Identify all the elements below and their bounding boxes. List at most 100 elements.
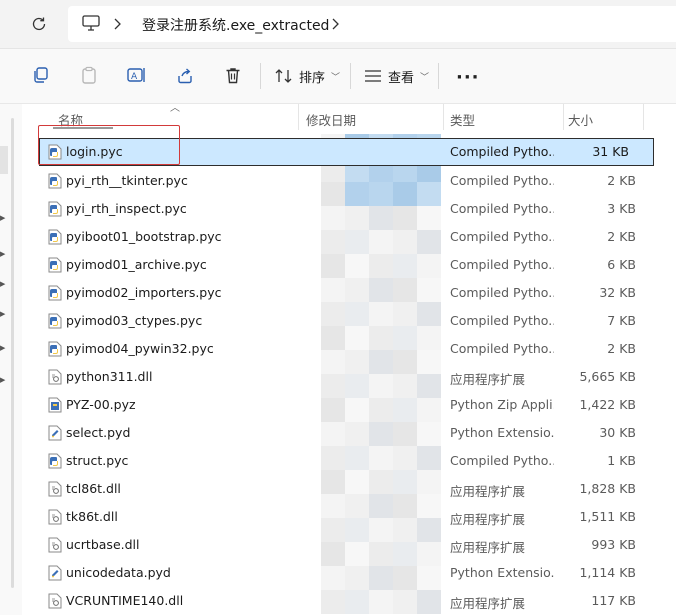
dll-file-icon — [48, 481, 62, 497]
column-divider[interactable] — [643, 104, 644, 130]
rename-button[interactable]: A — [126, 64, 148, 86]
file-row[interactable]: pyi_rth__tkinter.pyc Compiled Pytho... 2 K… — [23, 167, 676, 195]
file-name[interactable]: python311.dll — [66, 369, 152, 384]
file-row[interactable]: tcl86t.dll 应用程序扩展 1,828 KB — [23, 475, 676, 503]
file-name[interactable]: pyi_rth_inspect.pyc — [66, 201, 187, 216]
more-options-button[interactable]: ··· — [456, 67, 480, 88]
toolbar-divider — [438, 63, 439, 89]
file-name[interactable]: pyimod04_pywin32.pyc — [66, 341, 214, 356]
pyz-file-icon — [48, 397, 62, 413]
file-name[interactable]: ucrtbase.dll — [66, 537, 140, 552]
nav-selected-item[interactable] — [0, 146, 8, 174]
dll-file-icon — [48, 537, 62, 553]
column-header-size[interactable]: 大小 — [568, 110, 593, 129]
column-header-type[interactable]: 类型 — [450, 110, 475, 129]
file-type: 应用程序扩展 — [450, 540, 526, 555]
column-divider[interactable] — [443, 104, 444, 130]
file-name[interactable]: unicodedata.pyd — [66, 565, 171, 580]
python-file-icon — [48, 229, 62, 245]
column-header-date[interactable]: 修改日期 — [306, 110, 356, 129]
copy-button[interactable] — [30, 64, 52, 86]
command-bar: A 排序 ﹀ 查看 ﹀ ··· — [0, 49, 676, 104]
file-size: 1,422 KB — [579, 397, 636, 412]
file-name[interactable]: pyiboot01_bootstrap.pyc — [66, 229, 222, 244]
file-type: Python Extensio... — [450, 565, 554, 580]
column-divider[interactable] — [563, 104, 564, 130]
share-icon — [178, 68, 192, 84]
file-name[interactable]: pyimod02_importers.pyc — [66, 285, 222, 300]
file-size: 2 KB — [607, 229, 636, 244]
file-row[interactable]: select.pyd Python Extensio... 30 KB — [23, 419, 676, 447]
python-file-icon — [48, 313, 62, 329]
file-size: 5,665 KB — [579, 369, 636, 384]
delete-button[interactable] — [222, 64, 244, 86]
expand-arrow-icon[interactable]: ▶ — [0, 344, 5, 352]
file-row[interactable]: pyi_rth_inspect.pyc Compiled Pytho... 3 KB — [23, 195, 676, 223]
file-type: Compiled Pytho... — [450, 257, 554, 272]
expand-arrow-icon[interactable]: ▶ — [0, 310, 5, 318]
file-size: 993 KB — [591, 537, 636, 552]
paste-button[interactable] — [78, 64, 100, 86]
copy-icon — [34, 67, 48, 83]
address-path[interactable]: 登录注册系统.exe_extracted — [142, 15, 329, 35]
file-name[interactable]: struct.pyc — [66, 453, 128, 468]
file-name[interactable]: pyimod03_ctypes.pyc — [66, 313, 202, 328]
file-row[interactable]: pyimod01_archive.pyc Compiled Pytho... 6 K… — [23, 251, 676, 279]
expand-arrow-icon[interactable]: ▶ — [0, 250, 5, 258]
file-type: Compiled Pytho... — [450, 173, 554, 188]
toolbar-divider — [260, 63, 261, 89]
file-size: 1,511 KB — [579, 509, 636, 524]
column-divider[interactable] — [298, 104, 299, 130]
file-row[interactable]: VCRUNTIME140.dll 应用程序扩展 117 KB — [23, 587, 676, 615]
file-list: ︿ 名称 修改日期 类型 大小 login.pyc Compiled Pytho.… — [23, 103, 676, 615]
expand-arrow-icon[interactable]: ▶ — [0, 280, 5, 288]
file-name[interactable]: tk86t.dll — [66, 509, 118, 524]
nav-scrollbar[interactable] — [11, 118, 14, 588]
file-size: 30 KB — [599, 425, 636, 440]
dll-file-icon — [48, 593, 62, 609]
dll-file-icon — [48, 509, 62, 525]
file-name[interactable]: select.pyd — [66, 425, 130, 440]
view-menu[interactable]: 查看 ﹀ — [364, 65, 429, 87]
file-name[interactable]: pyimod01_archive.pyc — [66, 257, 207, 272]
file-type: 应用程序扩展 — [450, 484, 526, 499]
file-type: Compiled Pytho... — [450, 313, 554, 328]
file-row[interactable]: pyimod03_ctypes.pyc Compiled Pytho... 7 KB — [23, 307, 676, 335]
chevron-right-icon[interactable] — [112, 18, 122, 30]
python-file-icon — [48, 201, 62, 217]
chevron-right-icon[interactable] — [330, 18, 340, 30]
dll-file-icon — [48, 369, 62, 385]
sort-ascending-icon: ︿ — [170, 103, 180, 114]
file-size: 32 KB — [599, 285, 636, 300]
python-file-icon — [48, 453, 62, 469]
file-type: Compiled Pytho... — [450, 229, 554, 244]
address-box[interactable]: 登录注册系统.exe_extracted — [68, 6, 676, 42]
toolbar-divider — [350, 63, 351, 89]
refresh-icon[interactable] — [30, 15, 48, 33]
file-row[interactable]: tk86t.dll 应用程序扩展 1,511 KB — [23, 503, 676, 531]
share-button[interactable] — [174, 64, 196, 86]
file-row[interactable]: PYZ-00.pyz Python Zip Appli... 1,422 KB — [23, 391, 676, 419]
file-row[interactable]: pyimod02_importers.pyc Compiled Pytho... 3… — [23, 279, 676, 307]
file-row[interactable]: pyimod04_pywin32.pyc Compiled Pytho... 2 K… — [23, 335, 676, 363]
file-name[interactable]: VCRUNTIME140.dll — [66, 593, 183, 608]
file-row[interactable]: python311.dll 应用程序扩展 5,665 KB — [23, 363, 676, 391]
file-name[interactable]: PYZ-00.pyz — [66, 397, 136, 412]
expand-arrow-icon[interactable]: ▶ — [0, 376, 5, 384]
python-file-icon — [48, 173, 62, 189]
file-name[interactable]: tcl86t.dll — [66, 481, 121, 496]
chevron-down-icon: ﹀ — [331, 72, 341, 83]
svg-text:A: A — [131, 72, 138, 82]
highlight-annotation — [38, 125, 180, 165]
file-row[interactable]: pyiboot01_bootstrap.pyc Compiled Pytho...… — [23, 223, 676, 251]
file-type: Compiled Pytho... — [450, 341, 554, 356]
file-name[interactable]: pyi_rth__tkinter.pyc — [66, 173, 188, 188]
file-row[interactable]: ucrtbase.dll 应用程序扩展 993 KB — [23, 531, 676, 559]
file-type: Compiled Pytho... — [450, 144, 554, 159]
file-size: 6 KB — [607, 257, 636, 272]
file-row[interactable]: unicodedata.pyd Python Extensio... 1,114 K… — [23, 559, 676, 587]
sort-menu[interactable]: 排序 ﹀ — [275, 65, 340, 87]
file-row[interactable]: struct.pyc Compiled Pytho... 1 KB — [23, 447, 676, 475]
expand-arrow-icon[interactable]: ▶ — [0, 214, 5, 222]
sort-icon — [275, 69, 292, 83]
